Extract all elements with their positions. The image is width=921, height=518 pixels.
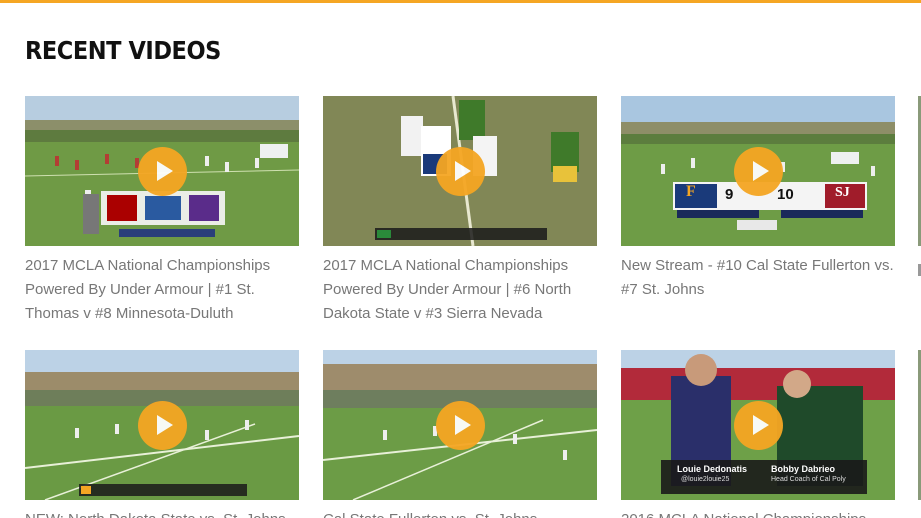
video-title[interactable]: New Stream - #10 Cal State Fullerton vs.… xyxy=(621,254,895,302)
play-button[interactable] xyxy=(138,401,187,450)
video-thumbnail[interactable]: Louie Dedonatis @louie2louie25 Bobby Dab… xyxy=(621,350,895,500)
video-card[interactable]: 2017 MCLA National Championships Powered… xyxy=(323,96,597,326)
video-thumbnail[interactable] xyxy=(323,350,597,500)
score-left-letter: F xyxy=(686,183,696,200)
video-title[interactable]: 2017 MCLA National Championships Powered… xyxy=(323,254,597,326)
guest-role-right: Head Coach of Cal Poly xyxy=(771,476,846,483)
play-button[interactable] xyxy=(436,147,485,196)
video-thumbnail[interactable] xyxy=(323,96,597,246)
score-right-letter: SJ xyxy=(835,185,850,200)
section-title: RECENT VIDEOS xyxy=(25,36,221,65)
video-title[interactable]: NEW: North Dakota State vs. St. Johns xyxy=(25,508,299,518)
video-card[interactable]: Louie Dedonatis @louie2louie25 Bobby Dab… xyxy=(621,350,895,518)
video-card[interactable]: F 9 10 SJ New Stream - #10 Cal State Ful… xyxy=(621,96,895,302)
top-accent-bar xyxy=(0,0,921,3)
video-title[interactable]: 2016 MCLA National Championships xyxy=(621,508,895,518)
video-title[interactable]: Cal State Fullerton vs. St. Johns xyxy=(323,508,597,518)
guest-name-left: Louie Dedonatis xyxy=(677,464,748,474)
score-left: 9 xyxy=(725,186,734,203)
video-card[interactable]: 2017 MCLA National Championships Powered… xyxy=(25,96,299,326)
play-button[interactable] xyxy=(436,401,485,450)
score-right: 10 xyxy=(777,186,794,203)
guest-handle-left: @louie2louie25 xyxy=(681,476,730,483)
play-button[interactable] xyxy=(138,147,187,196)
video-title[interactable]: 2017 MCLA National Championships Powered… xyxy=(25,254,299,326)
guest-name-right: Bobby Dabrieo xyxy=(771,464,836,474)
video-thumbnail[interactable] xyxy=(25,96,299,246)
video-thumbnail[interactable]: F 9 10 SJ xyxy=(621,96,895,246)
play-button[interactable] xyxy=(734,401,783,450)
video-card[interactable]: NEW: North Dakota State vs. St. Johns xyxy=(25,350,299,518)
video-thumbnail[interactable] xyxy=(25,350,299,500)
play-button[interactable] xyxy=(734,147,783,196)
video-card[interactable]: Cal State Fullerton vs. St. Johns xyxy=(323,350,597,518)
